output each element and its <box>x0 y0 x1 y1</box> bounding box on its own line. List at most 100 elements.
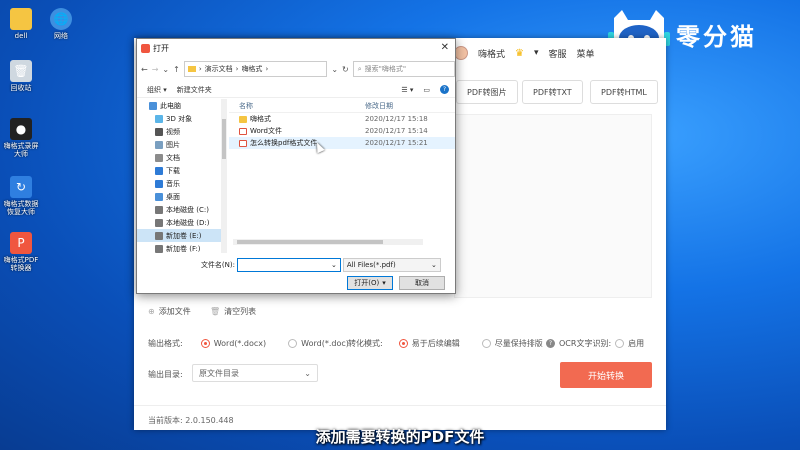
file-name: Word文件 <box>250 127 282 135</box>
filename-input[interactable] <box>237 258 341 272</box>
open-button-label: 打开(O) <box>354 279 380 287</box>
file-list-area <box>454 114 652 298</box>
desktop-icon-network[interactable]: 🌐 网络 <box>42 8 80 40</box>
refresh-icon[interactable]: ↻ <box>342 65 349 74</box>
open-button[interactable]: 打开(O) ▾ <box>347 276 393 290</box>
chevron-down-icon[interactable]: ⌄ <box>331 65 338 74</box>
file-type-value: All Files(*.pdf) <box>346 261 396 269</box>
nav-item[interactable]: 本地磁盘 (C:) <box>137 203 226 216</box>
start-convert-button[interactable]: 开始转换 <box>560 362 652 388</box>
nav-scrollbar[interactable] <box>221 99 227 253</box>
chevron-down-icon: ⌄ <box>304 368 311 378</box>
recycle-bin-icon: 🗑 <box>10 60 32 82</box>
desktop-icon-pdf-converter[interactable]: P 嗨格式PDF转换器 <box>2 232 40 272</box>
nav-item[interactable]: 桌面 <box>137 190 226 203</box>
nav-item-label: 音乐 <box>166 179 180 188</box>
ocr-label: OCR文字识别: <box>559 339 612 348</box>
close-icon[interactable]: ✕ <box>441 42 449 53</box>
help-icon[interactable]: ? <box>546 339 555 348</box>
support-button[interactable]: 客服 <box>549 47 567 60</box>
desktop-icon-recycle-bin[interactable]: 🗑 回收站 <box>2 60 40 92</box>
preview-pane-icon[interactable]: ▭ <box>423 86 430 94</box>
file-row[interactable]: Word文件 2020/12/17 15:14 <box>229 125 455 137</box>
nav-item[interactable]: 此电脑 <box>137 99 226 112</box>
breadcrumb-sep: › <box>265 65 269 73</box>
chevron-down-icon[interactable]: ⌄ <box>162 65 169 74</box>
search-input[interactable]: ⌕ 搜索"嗨格式" <box>352 61 455 77</box>
column-date[interactable]: 修改日期 <box>365 101 455 111</box>
nav-item[interactable]: 新加卷 (E:) <box>137 229 226 242</box>
output-dir-select[interactable]: 原文件目录 ⌄ <box>192 364 318 382</box>
file-row[interactable]: 怎么转换pdf格式文件 2020/12/17 15:21 <box>229 137 455 149</box>
horizontal-scrollbar[interactable] <box>233 239 423 245</box>
radio-ocr-enable-label: 启用 <box>628 339 645 348</box>
radio-ocr-enable[interactable] <box>615 339 625 348</box>
dialog-toolbar: 组织 ▾ 新建文件夹 ☰ ▾ ▭ ? <box>137 82 455 98</box>
nav-item[interactable]: 新加卷 (F:) <box>137 242 226 253</box>
help-icon[interactable]: ? <box>440 85 449 94</box>
scrollbar-thumb[interactable] <box>222 119 226 159</box>
convert-mode-row: 转化模式: 易于后续编辑 尽量保持排版 <box>348 338 543 349</box>
filename-row: 文件名(N): ⌄ All Files(*.pdf) ⌄ <box>137 257 455 273</box>
nav-item[interactable]: 下载 <box>137 164 226 177</box>
output-dir-label: 输出目录: <box>148 370 183 379</box>
chevron-down-icon[interactable]: ▾ <box>534 48 539 58</box>
nav-item[interactable]: 文档 <box>137 151 226 164</box>
nav-item[interactable]: 音乐 <box>137 177 226 190</box>
address-bar[interactable]: › 演示文档 › 嗨格式 › <box>183 61 328 77</box>
nav-item[interactable]: 视频 <box>137 125 226 138</box>
convert-mode-label: 转化模式: <box>348 339 383 348</box>
new-folder-button[interactable]: 新建文件夹 <box>177 85 212 95</box>
tab-pdf-to-html[interactable]: PDF转HTML <box>590 80 658 104</box>
column-name[interactable]: 名称 <box>229 101 365 111</box>
nav-item-label: 视频 <box>166 127 180 136</box>
clear-list-button[interactable]: 🗑 清空列表 <box>210 306 256 317</box>
nav-item-label: 本地磁盘 (D:) <box>166 218 210 227</box>
scrollbar-thumb[interactable] <box>237 240 383 244</box>
add-file-label: 添加文件 <box>158 307 191 316</box>
forward-arrow-icon[interactable]: → <box>152 65 159 74</box>
folder-icon <box>10 8 32 30</box>
radio-keep-layout-label: 尽量保持排版 <box>494 339 543 348</box>
video-subtitle: 添加需要转换的PDF文件 <box>315 428 485 446</box>
view-options-icon[interactable]: ☰ ▾ <box>401 86 413 94</box>
menu-button[interactable]: 菜单 <box>577 47 595 60</box>
drive-folder-icon <box>155 140 163 149</box>
radio-docx[interactable] <box>200 339 210 348</box>
file-type-select[interactable]: All Files(*.pdf) ⌄ <box>342 258 441 272</box>
tab-pdf-to-txt[interactable]: PDF转TXT <box>522 80 583 104</box>
nav-item-label: 桌面 <box>166 192 180 201</box>
add-file-button[interactable]: ⊕ 添加文件 <box>148 306 191 317</box>
nav-item[interactable]: 本地磁盘 (D:) <box>137 216 226 229</box>
nav-item-label: 本地磁盘 (C:) <box>166 205 209 214</box>
tab-pdf-to-image[interactable]: PDF转图片 <box>456 80 518 104</box>
back-arrow-icon[interactable]: ← <box>141 65 148 74</box>
desktop-icon-dell[interactable]: dell <box>2 8 40 40</box>
chevron-down-icon[interactable]: ⌄ <box>331 261 337 269</box>
drive-folder-icon <box>155 179 163 188</box>
output-format-label: 输出格式: <box>148 339 183 348</box>
drive-folder-icon <box>155 153 163 162</box>
dialog-title: 打开 <box>153 43 169 53</box>
up-arrow-icon[interactable]: ↑ <box>173 65 180 74</box>
radio-easy-edit[interactable] <box>398 339 408 348</box>
user-name[interactable]: 嗨格式 <box>478 47 505 60</box>
user-avatar[interactable] <box>454 46 468 60</box>
radio-doc[interactable] <box>288 339 298 348</box>
nav-item[interactable]: 3D 对象 <box>137 112 226 125</box>
organize-button[interactable]: 组织 ▾ <box>147 85 167 95</box>
radio-keep-layout[interactable] <box>481 339 491 348</box>
cancel-button[interactable]: 取消 <box>399 276 445 290</box>
nav-item[interactable]: 图片 <box>137 138 226 151</box>
desktop-icon-label: 回收站 <box>10 84 32 92</box>
breadcrumb-item[interactable]: 嗨格式 <box>241 64 262 74</box>
desktop-icon-screen-recorder[interactable]: ● 嗨格式录屏大师 <box>2 118 40 158</box>
desktop-icon-data-recovery[interactable]: ↻ 嗨格式数据恢复大师 <box>2 176 40 216</box>
file-name: 嗨格式 <box>250 115 271 123</box>
clear-list-label: 清空列表 <box>224 307 257 316</box>
file-row[interactable]: 嗨格式 2020/12/17 15:18 <box>229 113 455 125</box>
dialog-titlebar[interactable]: 打开 <box>137 39 455 57</box>
brand-name: 零分猫 <box>676 22 757 51</box>
breadcrumb-item[interactable]: 演示文档 <box>205 64 233 74</box>
trash-icon: 🗑 <box>210 307 221 316</box>
